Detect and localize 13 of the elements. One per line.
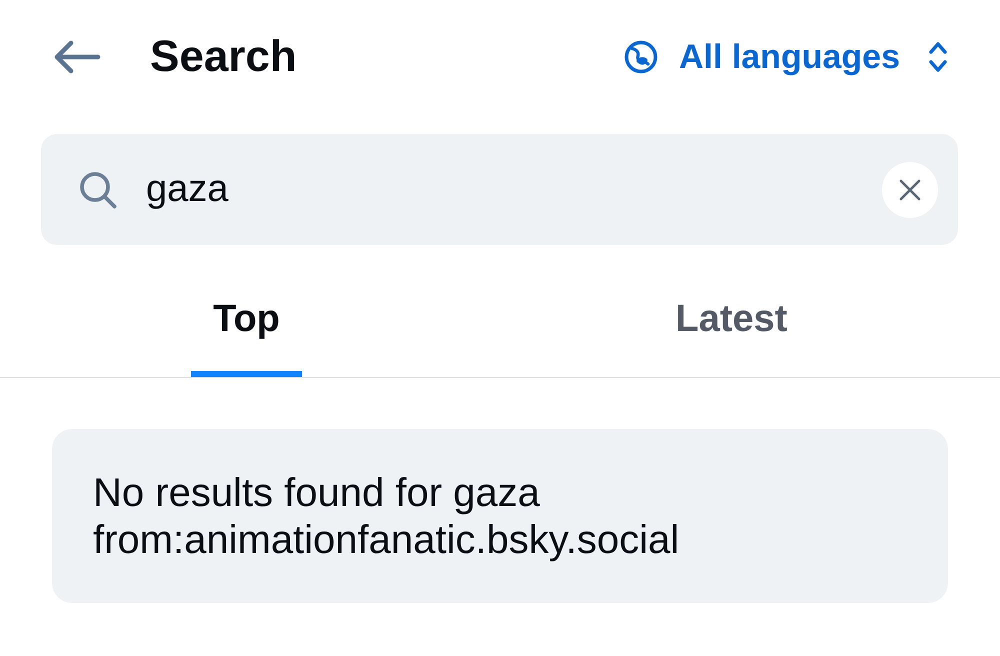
search-icon — [78, 170, 118, 210]
close-icon — [899, 178, 921, 200]
chevron-up-down-icon — [928, 40, 948, 73]
back-button[interactable] — [53, 40, 101, 74]
search-field[interactable]: gaza — [41, 134, 958, 245]
globe-icon — [624, 40, 658, 74]
search-input[interactable]: gaza — [146, 161, 870, 218]
back-arrow-icon — [53, 40, 101, 74]
page-title: Search — [150, 32, 297, 82]
no-results-message: No results found for gaza from:animationfanatic.bsky.social — [52, 429, 948, 603]
tab[interactable]: Top — [191, 265, 302, 377]
language-picker[interactable]: All languages — [624, 36, 948, 78]
tab[interactable]: Latest — [654, 265, 810, 377]
